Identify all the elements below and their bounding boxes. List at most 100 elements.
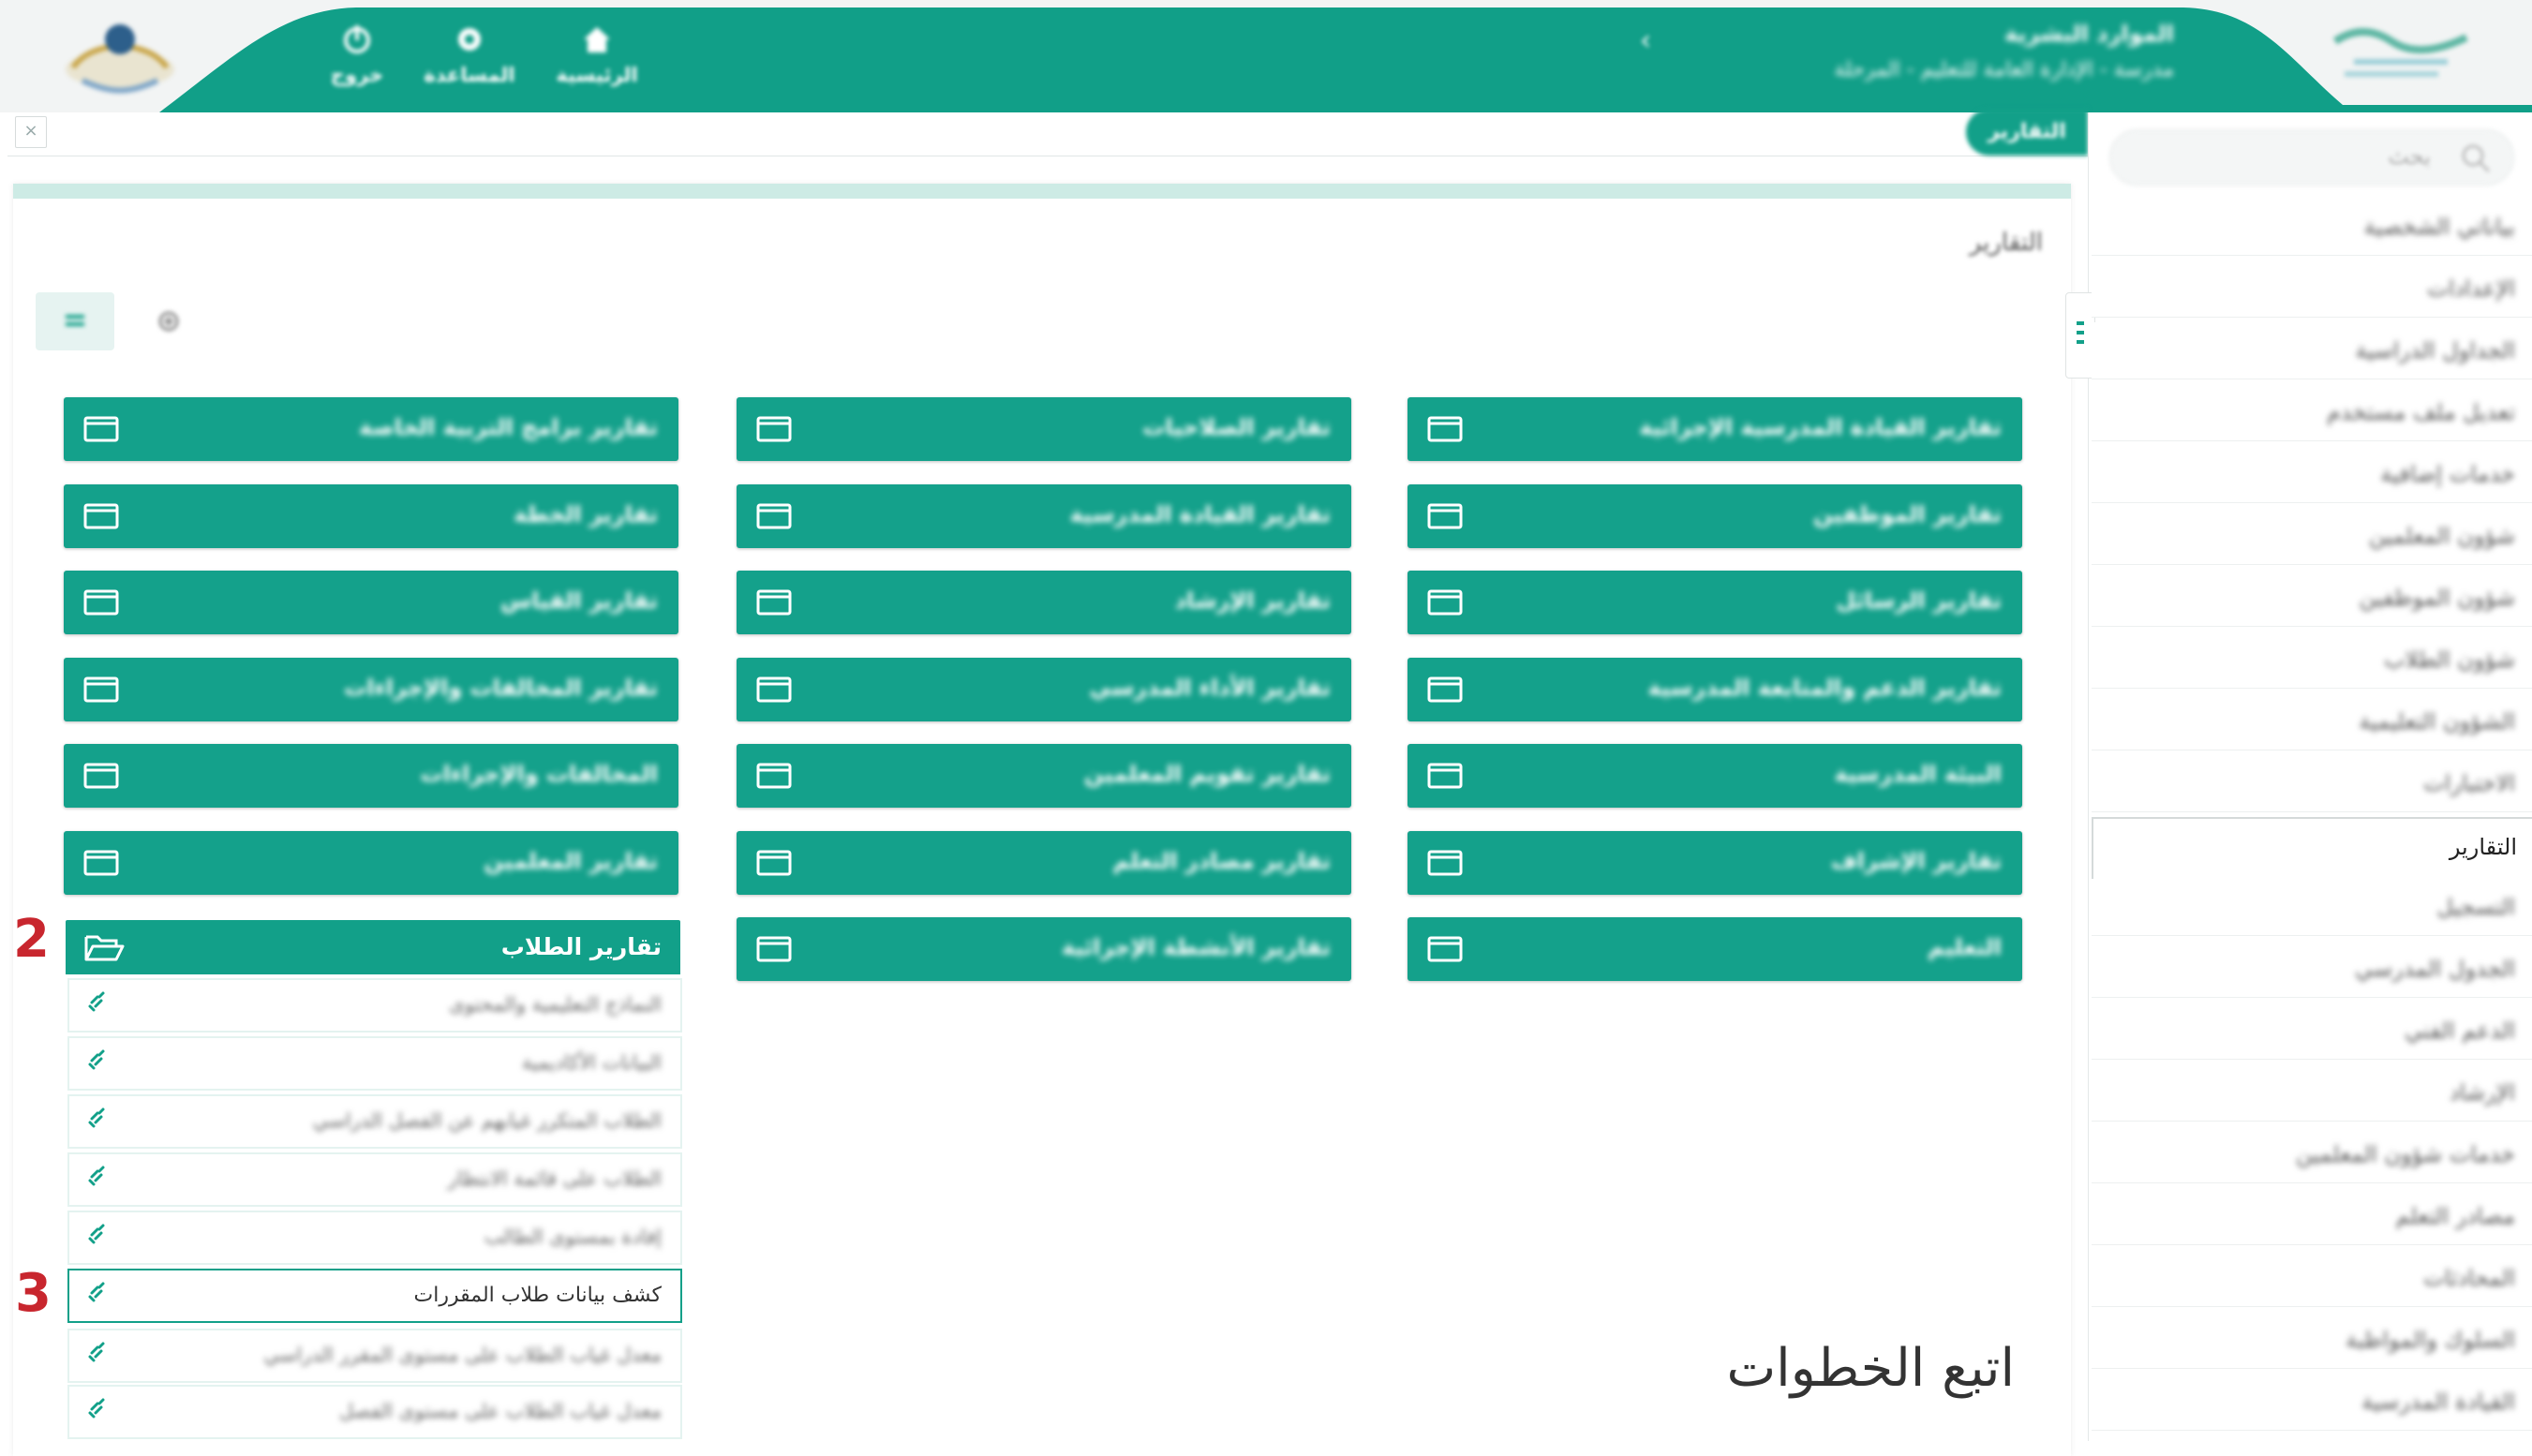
- report-category-button[interactable]: تقارير المخالفات والإجراءات: [64, 658, 678, 721]
- student-report-label: معدل غياب الطلاب على مستوى الفصل: [339, 1400, 662, 1422]
- report-category-label: تقارير الرسائل: [1836, 587, 2002, 614]
- sidebar-item[interactable]: الجداول الدراسية: [2092, 322, 2532, 379]
- report-category-button[interactable]: تقارير القيادة المدرسية: [737, 484, 1351, 548]
- folder-icon: [756, 416, 792, 442]
- report-category-button[interactable]: تقارير الصلاحيات: [737, 397, 1351, 461]
- report-category-label: تقارير الصلاحيات: [1142, 414, 1331, 440]
- report-category-button[interactable]: تقارير القياس: [64, 571, 678, 634]
- close-tab-icon[interactable]: ×: [15, 116, 47, 148]
- report-category-button[interactable]: تقارير الإرشاد: [737, 571, 1351, 634]
- folder-icon: [1427, 416, 1463, 442]
- sidebar-item-label: القيادة المدرسية: [2361, 1389, 2515, 1415]
- report-category-button[interactable]: تقارير الأنشطة الإجرائية: [737, 917, 1351, 981]
- folder-icon: [756, 850, 792, 876]
- student-report-item[interactable]: إفادة بمستوى الطالب: [67, 1211, 682, 1265]
- sidebar-item[interactable]: الجدول المدرسي: [2092, 941, 2532, 998]
- folder-icon: [756, 936, 792, 962]
- sidebar-item[interactable]: شؤون الموظفين: [2092, 570, 2532, 627]
- student-reports-title: تقارير الطلاب: [500, 933, 662, 960]
- sidebar-item[interactable]: مصادر التعلم: [2092, 1188, 2532, 1245]
- sidebar-item[interactable]: المحادثات: [2092, 1250, 2532, 1307]
- report-category-button[interactable]: تقارير الخطة: [64, 484, 678, 548]
- report-category-button[interactable]: تقارير الأداء المدرسي: [737, 658, 1351, 721]
- folder-icon: [83, 763, 119, 789]
- power-icon: [344, 25, 370, 53]
- report-category-button[interactable]: تقارير الموظفين: [1407, 484, 2022, 548]
- report-category-button[interactable]: تقارير القيادة المدرسية الإجرائية: [1407, 397, 2022, 461]
- main-content-panel: التقارير: [13, 184, 2071, 1456]
- nav-help-label: المساعدة: [424, 64, 515, 86]
- report-category-button[interactable]: المخالفات والإجراءات: [64, 744, 678, 808]
- report-category-button[interactable]: تقارير برامج التربية الخاصة: [64, 397, 678, 461]
- student-report-label: إفادة بمستوى الطالب: [484, 1226, 662, 1248]
- student-report-item-selected[interactable]: كشف بيانات طلاب المقررات: [67, 1269, 682, 1323]
- report-category-button[interactable]: تقارير الرسائل: [1407, 571, 2022, 634]
- sidebar-item[interactable]: الاختبارات: [2092, 755, 2532, 812]
- student-report-item[interactable]: الطلاب على قائمة الانتظار: [67, 1152, 682, 1207]
- folder-icon: [1427, 676, 1463, 703]
- sidebar-item[interactable]: تعديل ملف مستخدم: [2092, 384, 2532, 441]
- folder-icon: [1427, 850, 1463, 876]
- sidebar-item[interactable]: التسجيل: [2092, 879, 2532, 936]
- sidebar-item[interactable]: بياناتي الشخصية: [2092, 199, 2532, 256]
- follow-steps-caption: اتبع الخطوات: [1726, 1338, 2015, 1399]
- folder-icon: [83, 416, 119, 442]
- sidebar-item-label: الشؤون التعليمية: [2359, 708, 2515, 735]
- sidebar-item[interactable]: الشؤون التعليمية: [2092, 693, 2532, 750]
- sidebar-item-reports[interactable]: التقارير: [2092, 817, 2532, 881]
- sidebar-item-label: المحادثات: [2423, 1265, 2515, 1291]
- student-report-item[interactable]: النماذج التعليمية والمحتوى: [67, 978, 682, 1033]
- sidebar-item-label: الجداول الدراسية: [2355, 337, 2515, 364]
- nav-home-button[interactable]: الرئيسية: [545, 21, 648, 96]
- link-icon: [88, 1107, 105, 1128]
- report-category-button[interactable]: تقارير المعلمين: [64, 831, 678, 895]
- breadcrumb-sub: مدرسة - الإدارة العامة للتعليم - المرحلة: [1834, 58, 2174, 82]
- report-category-button[interactable]: تقارير مصادر التعلم: [737, 831, 1351, 895]
- sidebar-item[interactable]: شؤون الطلاب: [2092, 631, 2532, 689]
- report-category-label: تقارير المعلمين: [484, 848, 658, 874]
- student-report-item[interactable]: الطلاب المتكرر غيابهم عن الفصل الدراسي: [67, 1094, 682, 1149]
- sidebar-item[interactable]: خدمات شؤون المعلمين: [2092, 1126, 2532, 1183]
- student-report-label: الطلاب على قائمة الانتظار: [447, 1167, 662, 1190]
- report-category-label: تقارير القيادة المدرسية: [1069, 501, 1331, 527]
- folder-icon: [83, 589, 119, 616]
- report-category-button[interactable]: تقارير الدعم والمتابعة المدرسية: [1407, 658, 2022, 721]
- sidebar-item-label: الجدول المدرسي: [2355, 956, 2515, 982]
- nav-logout-button[interactable]: خروج: [305, 21, 409, 96]
- sidebar-item-label: بياناتي الشخصية: [2363, 214, 2515, 240]
- folder-icon: [83, 676, 119, 703]
- sidebar-item[interactable]: الدعم الفني: [2092, 1003, 2532, 1060]
- list-view-button[interactable]: [36, 292, 114, 350]
- nav-help-button[interactable]: المساعدة: [418, 21, 521, 96]
- sidebar-item-label: خدمات إضافية: [2380, 461, 2515, 487]
- search-icon: [2462, 144, 2491, 173]
- sidebar-item[interactable]: شؤون المعلمين: [2092, 508, 2532, 565]
- link-icon: [88, 1049, 105, 1070]
- sidebar-item-label: شؤون المعلمين: [2368, 523, 2515, 549]
- report-category-button[interactable]: تقارير الإشراف: [1407, 831, 2022, 895]
- student-reports-group-header[interactable]: تقارير الطلاب: [66, 920, 680, 974]
- report-category-label: التعليم: [1928, 934, 2002, 960]
- sidebar-item-label: شؤون الطلاب: [2384, 646, 2515, 673]
- link-icon: [88, 1224, 105, 1244]
- report-category-label: تقارير المخالفات والإجراءات: [344, 675, 658, 701]
- student-report-label: النماذج التعليمية والمحتوى: [449, 993, 662, 1016]
- tab-bar: [7, 112, 2088, 156]
- student-report-item[interactable]: معدل غياب الطلاب على مستوى الفصل: [67, 1385, 682, 1439]
- report-category-button[interactable]: تقارير تقويم المعلمين: [737, 744, 1351, 808]
- sidebar-search-input[interactable]: بحث: [2109, 129, 2514, 186]
- student-report-item[interactable]: معدل غياب الطلاب على مستوى المقرر الدراس…: [67, 1329, 682, 1383]
- tab-reports[interactable]: التقارير: [1966, 109, 2088, 156]
- home-icon: [584, 27, 610, 52]
- sidebar-item[interactable]: القيادة المدرسية: [2092, 1374, 2532, 1431]
- report-category-button[interactable]: البيئة المدرسية: [1407, 744, 2022, 808]
- sidebar-item[interactable]: السلوك والمواظبة: [2092, 1312, 2532, 1369]
- expand-button[interactable]: [129, 292, 208, 350]
- breadcrumb-arrow-icon[interactable]: ‹: [1640, 24, 1651, 57]
- sidebar-item[interactable]: الإعدادات: [2092, 260, 2532, 318]
- drag-handle-icon: [2077, 321, 2084, 344]
- sidebar-item[interactable]: الإرشاد: [2092, 1064, 2532, 1122]
- report-category-button[interactable]: التعليم: [1407, 917, 2022, 981]
- student-report-item[interactable]: البيانات الأكاديمية: [67, 1036, 682, 1091]
- sidebar-item[interactable]: خدمات إضافية: [2092, 446, 2532, 503]
